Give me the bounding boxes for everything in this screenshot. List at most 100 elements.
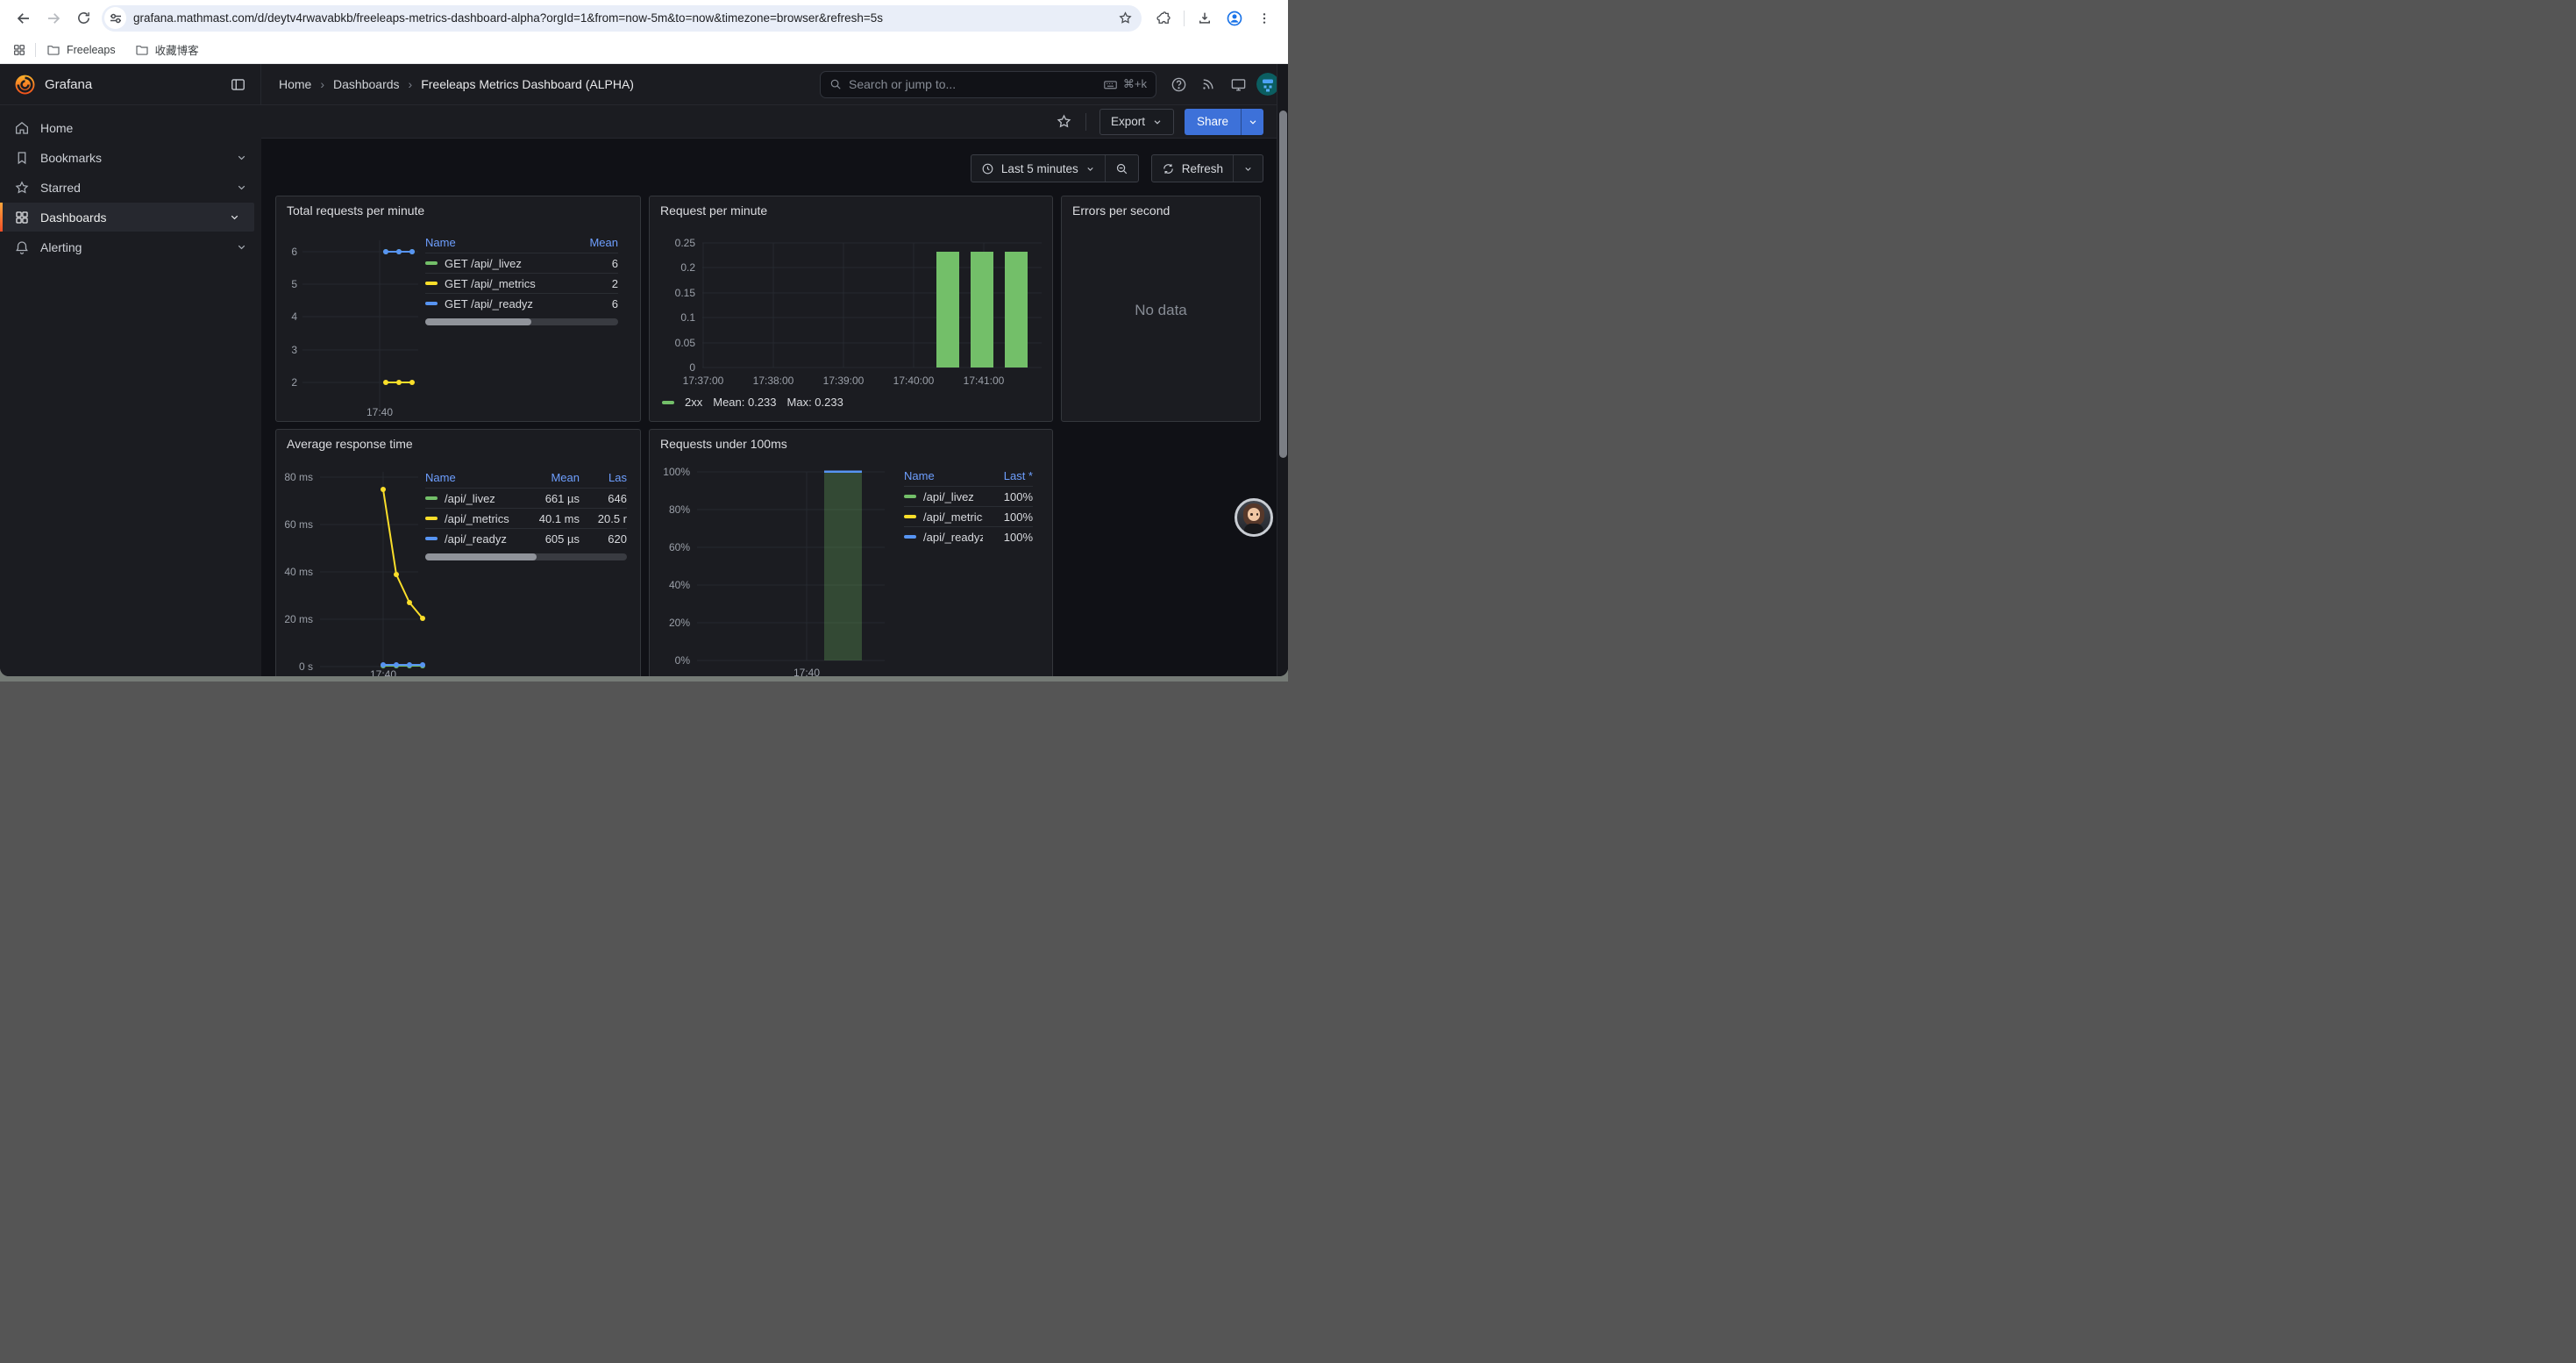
legend-column-name[interactable]: Name xyxy=(904,469,983,482)
product-name: Grafana xyxy=(45,77,92,92)
bookmark-star-icon[interactable] xyxy=(1118,11,1133,25)
svg-text:40 ms: 40 ms xyxy=(284,566,313,578)
series-value: 6 xyxy=(566,297,618,310)
monitor-icon xyxy=(1230,76,1247,93)
legend-row[interactable]: /api/_readyz100% xyxy=(904,526,1033,546)
site-settings-icon[interactable] xyxy=(104,7,126,29)
svg-text:17:40: 17:40 xyxy=(366,406,393,418)
browser-window: grafana.mathmast.com/d/deytv4rwavabkb/fr… xyxy=(0,0,1288,676)
sidebar-item-chevron[interactable] xyxy=(229,211,240,223)
legend-scrollbar[interactable] xyxy=(425,553,627,560)
share-menu-button[interactable] xyxy=(1241,109,1263,135)
series-name[interactable]: GET /api/_readyz xyxy=(445,297,533,310)
sidebar-item-alerting[interactable]: Alerting xyxy=(0,232,261,261)
series-name[interactable]: /api/_livez xyxy=(923,490,974,503)
panel-toggle-icon xyxy=(230,76,246,93)
legend-column-las[interactable]: Las xyxy=(580,471,627,484)
sidebar-item-chevron[interactable] xyxy=(236,241,247,253)
page-scrollbar[interactable] xyxy=(1277,64,1288,676)
breadcrumb-dashboards[interactable]: Dashboards xyxy=(333,77,400,91)
series-name[interactable]: /api/_metrics xyxy=(445,512,509,525)
series-name[interactable]: /api/_readyz xyxy=(445,532,507,546)
extensions-button[interactable] xyxy=(1149,4,1178,33)
sidebar-item-chevron[interactable] xyxy=(236,152,247,163)
legend-header: NameMeanLas xyxy=(425,467,627,488)
legend-scrollbar-thumb[interactable] xyxy=(425,553,537,560)
series-name[interactable]: /api/_metrics xyxy=(923,510,983,524)
menu-button[interactable] xyxy=(1249,4,1279,33)
toolbar-divider xyxy=(1085,113,1086,131)
sidebar-item-dashboards[interactable]: Dashboards xyxy=(0,203,254,232)
legend-row[interactable]: GET /api/_metrics2 xyxy=(425,273,618,293)
header-icons xyxy=(1163,69,1279,99)
legend-column-mean[interactable]: Mean xyxy=(523,471,580,484)
reload-button[interactable] xyxy=(68,4,98,33)
series-value: 661 µs xyxy=(523,492,580,505)
breadcrumb-home[interactable]: Home xyxy=(279,77,311,91)
sidebar-item-starred[interactable]: Starred xyxy=(0,173,261,202)
apps-grid-icon[interactable] xyxy=(12,43,26,57)
forward-button[interactable] xyxy=(39,4,68,33)
legend-column-name[interactable]: Name xyxy=(425,471,523,484)
series-chip xyxy=(425,517,438,520)
export-button[interactable]: Export xyxy=(1099,109,1174,135)
legend-row[interactable]: /api/_livez661 µs646 xyxy=(425,488,627,508)
legend-row[interactable]: /api/_livez100% xyxy=(904,486,1033,506)
forward-icon xyxy=(46,11,61,26)
refresh-interval-button[interactable] xyxy=(1234,155,1263,182)
legend-row[interactable]: /api/_metrics40.1 ms20.5 r xyxy=(425,508,627,528)
series-value: 620 xyxy=(580,532,627,546)
bookmark-label: 收藏博客 xyxy=(155,41,199,58)
legend-column-mean[interactable]: Mean xyxy=(566,236,618,249)
sidebar-item-home[interactable]: Home xyxy=(0,113,261,142)
help-button[interactable] xyxy=(1163,69,1193,99)
grid-icon xyxy=(14,210,30,225)
address-bar[interactable]: grafana.mathmast.com/d/deytv4rwavabkb/fr… xyxy=(102,5,1142,32)
share-button[interactable]: Share xyxy=(1185,109,1263,135)
series-name[interactable]: GET /api/_metrics xyxy=(445,277,536,290)
folder-icon xyxy=(46,43,60,57)
news-button[interactable] xyxy=(1193,69,1223,99)
series-name[interactable]: /api/_livez xyxy=(445,492,495,505)
assistant-avatar[interactable] xyxy=(1235,498,1273,537)
back-button[interactable] xyxy=(9,4,39,33)
folder-icon xyxy=(135,43,149,57)
svg-text:17:40:00: 17:40:00 xyxy=(893,375,935,387)
time-controls: Last 5 minutes Refresh xyxy=(971,154,1263,182)
grafana-logo xyxy=(14,74,36,96)
profile-button[interactable] xyxy=(1220,4,1249,33)
bookmark-folder-blogs[interactable]: 收藏博客 xyxy=(135,41,199,58)
refresh-button[interactable]: Refresh xyxy=(1152,155,1233,182)
search-input[interactable]: Search or jump to... ⌘+k xyxy=(820,71,1156,98)
chevron-down-icon xyxy=(1248,117,1258,127)
avatar-eye xyxy=(1256,513,1259,516)
legend-row[interactable]: /api/_metrics100% xyxy=(904,506,1033,526)
refresh-icon xyxy=(1162,162,1175,175)
sidebar-item-chevron[interactable] xyxy=(236,182,247,193)
legend-series[interactable]: 2xx xyxy=(685,396,702,409)
legend-row[interactable]: GET /api/_livez6 xyxy=(425,253,618,273)
series-name[interactable]: GET /api/_livez xyxy=(445,257,522,270)
sidebar-toggle-button[interactable] xyxy=(230,76,246,93)
legend-scrollbar[interactable] xyxy=(425,318,618,325)
sidebar-item-label: Home xyxy=(40,121,73,135)
star-icon xyxy=(14,180,30,196)
sidebar-item-bookmarks[interactable]: Bookmarks xyxy=(0,143,261,172)
zoom-out-button[interactable] xyxy=(1106,155,1138,182)
time-range-picker[interactable]: Last 5 minutes xyxy=(971,155,1105,182)
legend-column-name[interactable]: Name xyxy=(425,236,566,249)
legend-row[interactable]: /api/_readyz605 µs620 xyxy=(425,528,627,548)
legend-column-last[interactable]: Last * xyxy=(983,469,1033,482)
legend-row[interactable]: GET /api/_readyz 6 xyxy=(425,293,618,313)
panel-title[interactable]: Errors per second xyxy=(1062,196,1260,225)
legend-scrollbar-thumb[interactable] xyxy=(425,318,531,325)
series-name[interactable]: /api/_readyz xyxy=(923,531,983,544)
bookmark-folder-freeleaps[interactable]: Freeleaps xyxy=(46,43,116,57)
share-label[interactable]: Share xyxy=(1185,109,1241,135)
svg-text:17:39:00: 17:39:00 xyxy=(823,375,865,387)
svg-text:0.25: 0.25 xyxy=(675,237,696,249)
display-button[interactable] xyxy=(1223,69,1253,99)
scrollbar-thumb[interactable] xyxy=(1279,111,1287,458)
favorite-star-icon[interactable] xyxy=(1056,113,1072,130)
downloads-button[interactable] xyxy=(1190,4,1220,33)
